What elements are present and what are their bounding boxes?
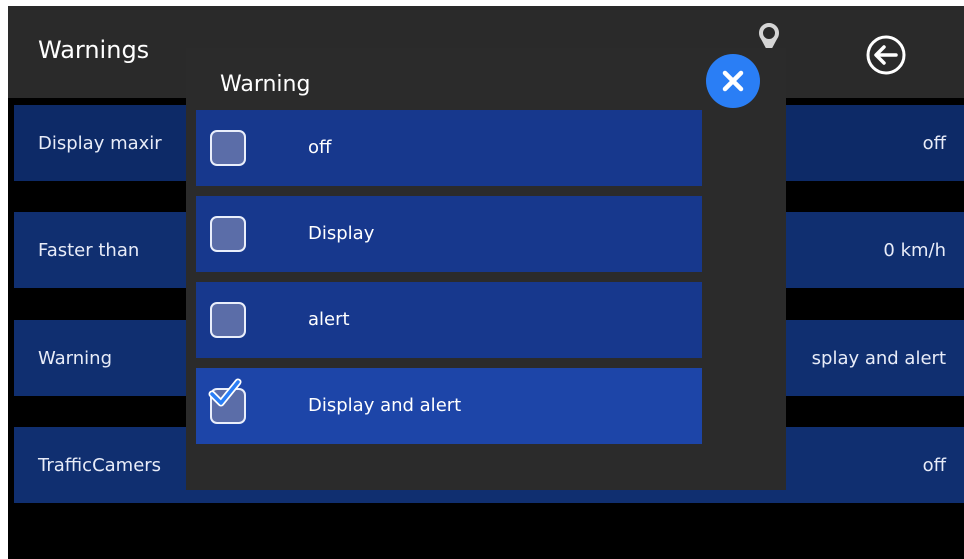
checkbox[interactable]: [210, 130, 246, 166]
settings-row-value: off: [922, 132, 946, 154]
option-off[interactable]: off: [196, 110, 702, 186]
close-button[interactable]: [706, 54, 760, 108]
settings-row-value: splay and alert: [811, 347, 946, 369]
option-display[interactable]: Display: [196, 196, 702, 272]
option-display-and-alert[interactable]: Display and alert: [196, 368, 702, 444]
back-button[interactable]: [863, 32, 909, 78]
settings-row-label: Faster than: [38, 239, 140, 261]
settings-row-label: Display maxir: [38, 132, 162, 154]
navigation-screen: Warnings Display maxir off Faster than 0…: [8, 6, 964, 559]
settings-row-label: TrafficCamers: [38, 454, 162, 476]
close-icon: [722, 70, 744, 92]
option-alert[interactable]: alert: [196, 282, 702, 358]
checkmark-icon: [208, 378, 242, 407]
settings-row-label: Warning: [38, 347, 113, 369]
settings-row-value: off: [922, 454, 946, 476]
dialog-title: Warning: [220, 72, 311, 97]
checkbox[interactable]: [210, 216, 246, 252]
checkbox[interactable]: [210, 302, 246, 338]
option-label: alert: [308, 309, 350, 330]
option-label: Display: [308, 223, 375, 244]
option-label: off: [308, 137, 332, 158]
option-label: Display and alert: [308, 395, 462, 416]
warning-dialog: Warning off Display alert Display and al…: [186, 48, 786, 490]
settings-row-value: 0 km/h: [883, 239, 946, 261]
circle-arrow-left-icon: [866, 35, 906, 75]
page-title: Warnings: [38, 36, 150, 64]
